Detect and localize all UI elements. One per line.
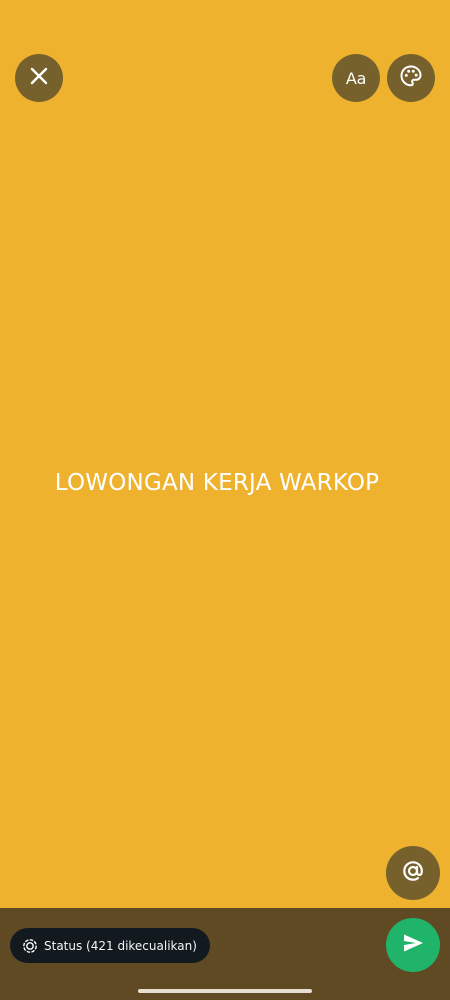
mention-button[interactable] (386, 846, 440, 900)
font-style-label: Aa (345, 68, 367, 88)
background-color-button[interactable] (387, 54, 435, 102)
send-button[interactable] (386, 918, 440, 972)
close-button[interactable] (15, 54, 63, 102)
home-indicator[interactable] (138, 989, 312, 993)
status-ring-icon (22, 938, 38, 954)
at-sign-icon (400, 858, 426, 888)
font-style-button[interactable]: Aa (332, 54, 380, 102)
palette-icon (398, 63, 424, 93)
status-canvas[interactable] (0, 0, 450, 908)
close-icon (29, 66, 49, 90)
status-composer-screen: Aa LOWONGAN KERJA WARKOP Status (421 dik… (0, 0, 450, 1000)
status-audience-label: Status (421 dikecualikan) (44, 938, 197, 953)
send-icon (401, 931, 425, 959)
status-text[interactable]: LOWONGAN KERJA WARKOP (0, 463, 442, 503)
status-audience-chip[interactable]: Status (421 dikecualikan) (10, 928, 210, 963)
